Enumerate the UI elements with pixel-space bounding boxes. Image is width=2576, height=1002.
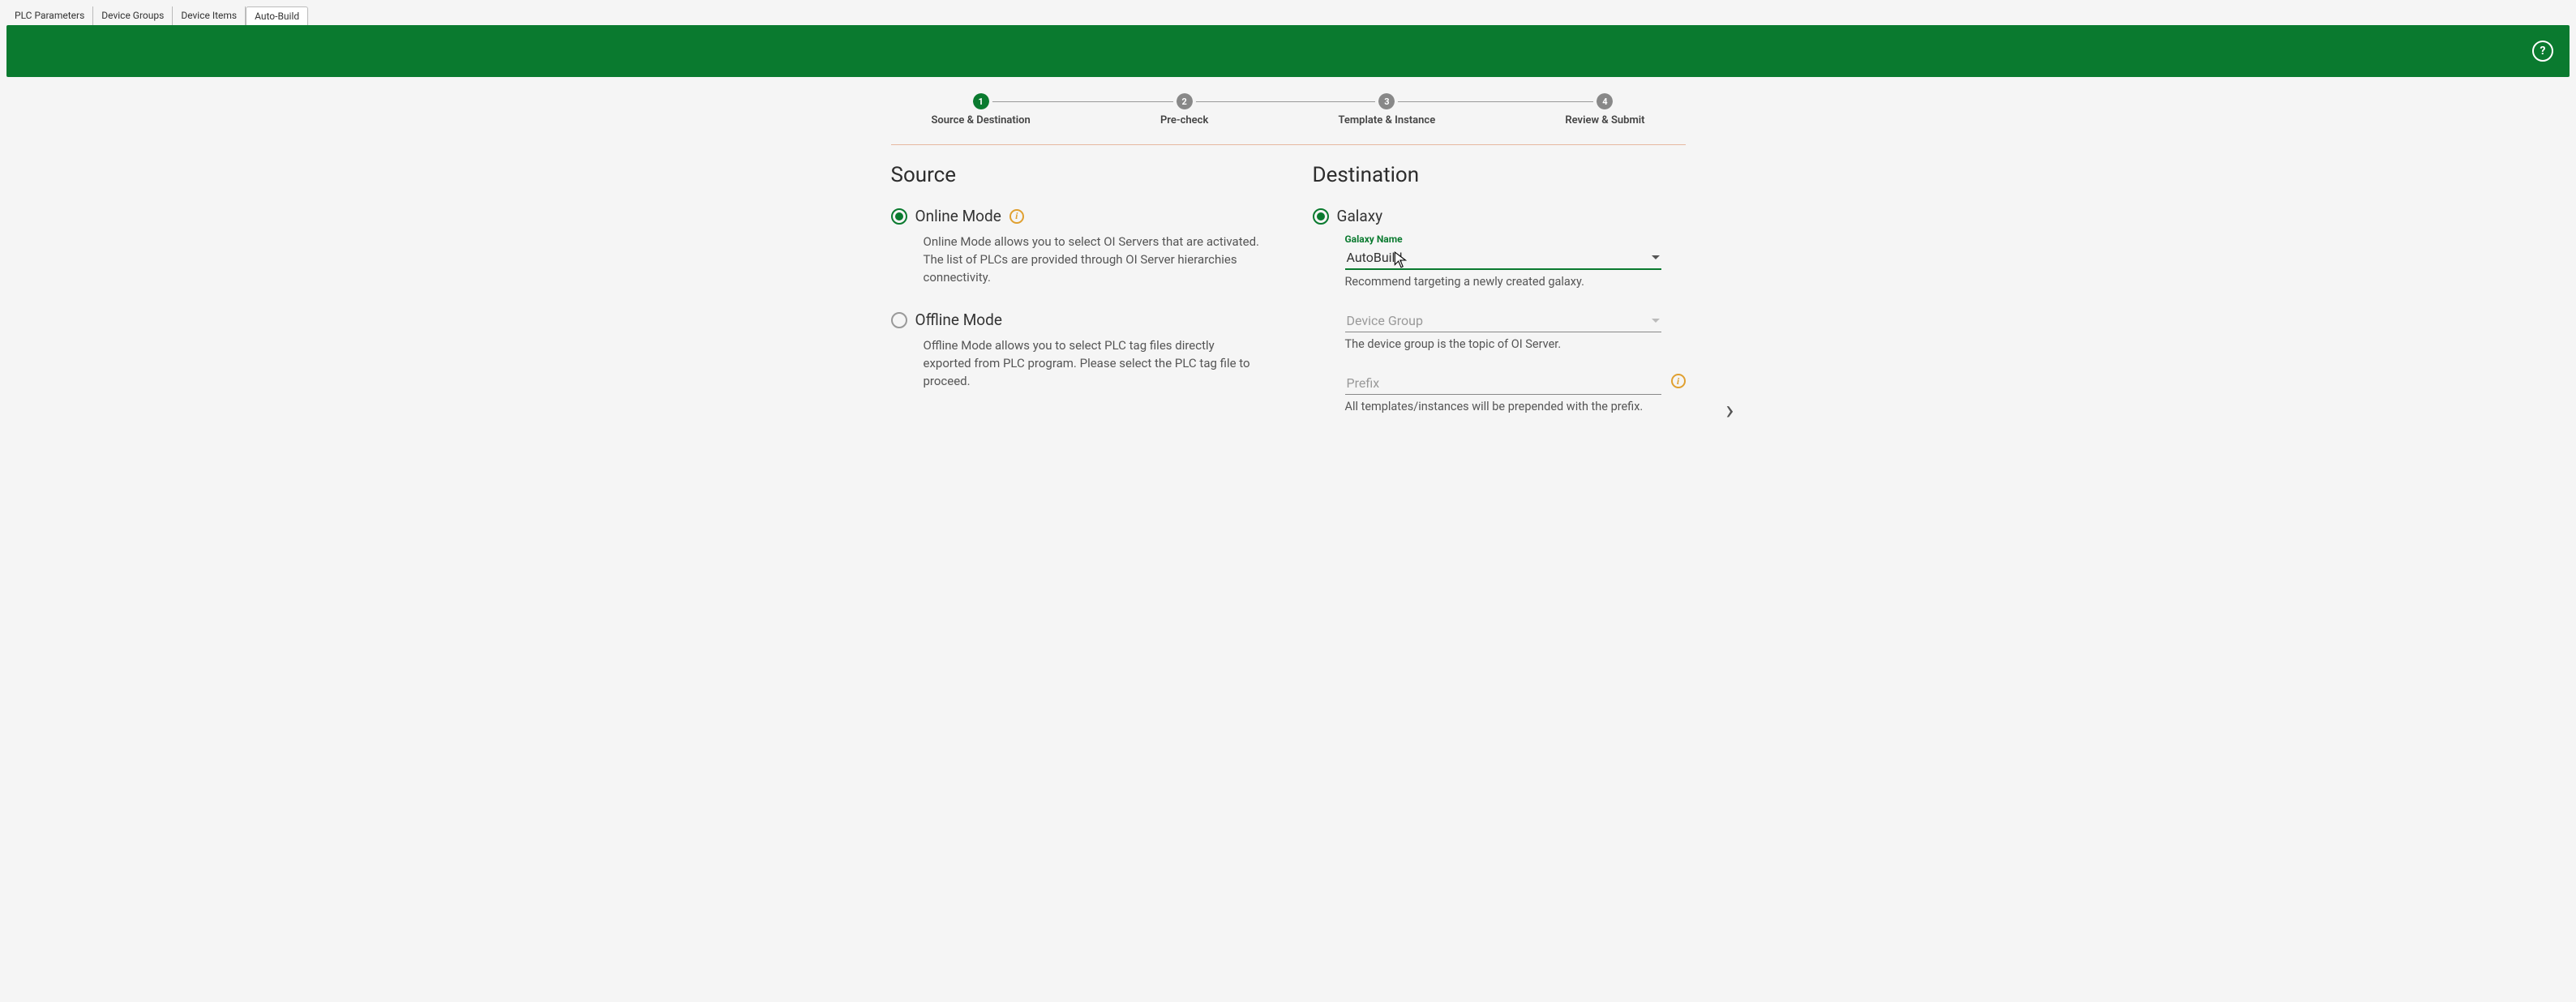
tab-device-groups[interactable]: Device Groups xyxy=(93,6,173,25)
step-template-instance[interactable]: 3 Template & Instance xyxy=(1339,93,1436,126)
info-icon[interactable]: i xyxy=(1009,209,1024,224)
offline-mode-row[interactable]: Offline Mode xyxy=(891,310,1264,329)
stepper-line xyxy=(972,101,1605,102)
step-source-destination[interactable]: 1 Source & Destination xyxy=(932,93,1031,126)
step-circle: 3 xyxy=(1378,93,1395,109)
galaxy-name-hint: Recommend targeting a newly created gala… xyxy=(1345,275,1661,289)
step-circle: 1 xyxy=(973,93,989,109)
tab-plc-parameters[interactable]: PLC Parameters xyxy=(6,6,93,25)
tab-bar: PLC Parameters Device Groups Device Item… xyxy=(6,6,2570,25)
galaxy-name-value: AutoBuild xyxy=(1347,250,1403,265)
tab-auto-build[interactable]: Auto-Build xyxy=(246,6,308,25)
tab-device-items[interactable]: Device Items xyxy=(173,6,246,25)
device-group-select[interactable]: Device Group xyxy=(1345,310,1661,332)
step-circle: 2 xyxy=(1177,93,1193,109)
galaxy-row[interactable]: Galaxy xyxy=(1313,207,1686,225)
next-arrow-icon[interactable]: › xyxy=(1725,394,1734,426)
chevron-down-icon xyxy=(1652,255,1660,259)
online-mode-desc: Online Mode allows you to select OI Serv… xyxy=(924,233,1264,286)
online-mode-label: Online Mode xyxy=(915,207,1001,225)
step-pre-check[interactable]: 2 Pre-check xyxy=(1160,93,1208,126)
destination-column: Destination Galaxy Galaxy Name AutoBuild… xyxy=(1313,163,1686,435)
prefix-hint: All templates/instances will be prepende… xyxy=(1345,400,1661,413)
source-title: Source xyxy=(891,163,1264,187)
offline-mode-label: Offline Mode xyxy=(915,310,1002,329)
step-review-submit[interactable]: 4 Review & Submit xyxy=(1565,93,1644,126)
galaxy-name-field: Galaxy Name AutoBuild Recommend targetin… xyxy=(1345,233,1661,289)
help-icon[interactable]: ? xyxy=(2532,41,2553,62)
galaxy-radio[interactable] xyxy=(1313,208,1329,225)
online-mode-radio[interactable] xyxy=(891,208,907,225)
destination-title: Destination xyxy=(1313,163,1686,187)
chevron-down-icon xyxy=(1652,319,1660,323)
prefix-placeholder: Prefix xyxy=(1347,375,1380,391)
divider xyxy=(891,144,1686,145)
step-label: Pre-check xyxy=(1160,114,1208,126)
device-group-placeholder: Device Group xyxy=(1347,313,1423,328)
device-group-hint: The device group is the topic of OI Serv… xyxy=(1345,337,1661,351)
galaxy-name-select[interactable]: AutoBuild xyxy=(1345,246,1661,270)
step-label: Review & Submit xyxy=(1565,114,1644,126)
prefix-input[interactable]: Prefix xyxy=(1345,372,1661,395)
source-column: Source Online Mode i Online Mode allows … xyxy=(891,163,1264,435)
step-label: Source & Destination xyxy=(932,114,1031,126)
online-mode-row[interactable]: Online Mode i xyxy=(891,207,1264,225)
step-label: Template & Instance xyxy=(1339,114,1436,126)
stepper: 1 Source & Destination 2 Pre-check 3 Tem… xyxy=(891,93,1686,126)
offline-mode-radio[interactable] xyxy=(891,312,907,328)
galaxy-name-label: Galaxy Name xyxy=(1345,233,1661,245)
device-group-field: Device Group The device group is the top… xyxy=(1345,310,1661,351)
header-bar: ? xyxy=(6,25,2570,77)
prefix-field: Prefix i All templates/instances will be… xyxy=(1345,372,1661,413)
galaxy-label: Galaxy xyxy=(1337,207,1383,225)
step-circle: 4 xyxy=(1597,93,1613,109)
info-icon[interactable]: i xyxy=(1671,374,1686,388)
offline-mode-desc: Offline Mode allows you to select PLC ta… xyxy=(924,337,1264,390)
